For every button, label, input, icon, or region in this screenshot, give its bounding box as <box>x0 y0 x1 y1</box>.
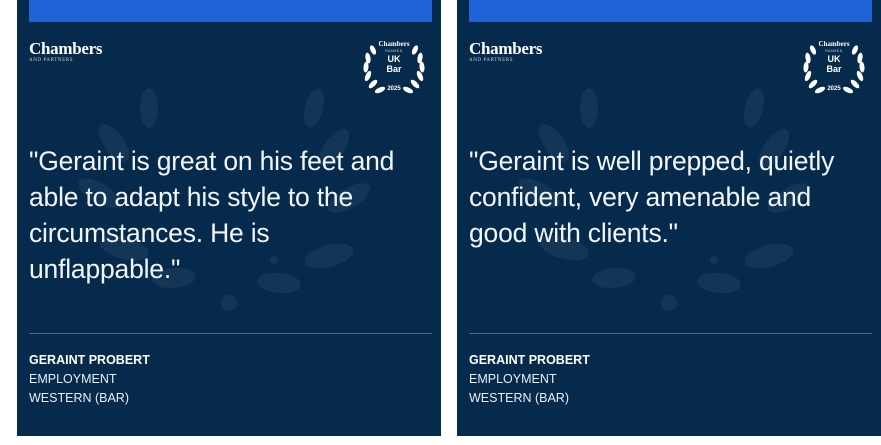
barrister-name: GERAINT PROBERT <box>29 353 150 367</box>
practice-area: EMPLOYMENT <box>29 372 117 386</box>
ranking-badge: Chambers RANKED UK Bar 2025 <box>361 38 427 98</box>
practice-area: EMPLOYMENT <box>469 372 557 386</box>
brand-name: Chambers <box>29 39 103 58</box>
testimonial-quote: "Geraint is great on his feet and able t… <box>29 146 395 284</box>
badge-guide: Bar <box>386 64 402 74</box>
badge-region: UK <box>387 54 401 64</box>
barrister-name: GERAINT PROBERT <box>469 353 590 367</box>
badge-ranked: RANKED <box>825 49 843 53</box>
badge-year: 2025 <box>827 86 841 92</box>
brand-name: Chambers <box>469 39 543 58</box>
badge-year: 2025 <box>387 86 401 92</box>
badge-guide: Bar <box>826 64 842 74</box>
testimonial-quote: "Geraint is well prepped, quietly confid… <box>469 146 835 248</box>
testimonial-card: Chambers AND PARTNERS Chambers RANKED UK… <box>17 0 441 436</box>
chambers-logo: Chambers AND PARTNERS <box>469 40 589 63</box>
attribution: GERAINT PROBERT EMPLOYMENT WESTERN (BAR) <box>29 351 150 408</box>
badge-ranked: RANKED <box>385 49 403 53</box>
divider <box>29 333 432 334</box>
attribution: GERAINT PROBERT EMPLOYMENT WESTERN (BAR) <box>469 351 590 408</box>
accent-bar <box>469 0 872 22</box>
divider <box>469 333 872 334</box>
chambers-logo: Chambers AND PARTNERS <box>29 40 149 63</box>
brand-subtitle: AND PARTNERS <box>469 58 514 63</box>
testimonial-gallery: Chambers AND PARTNERS Chambers RANKED UK… <box>0 0 881 445</box>
region: WESTERN (BAR) <box>469 391 569 405</box>
badge-brand: Chambers <box>378 40 410 48</box>
ranking-badge: Chambers RANKED UK Bar 2025 <box>801 38 867 98</box>
badge-region: UK <box>827 54 841 64</box>
accent-bar <box>29 0 432 22</box>
brand-subtitle: AND PARTNERS <box>29 58 74 63</box>
testimonial-card: Chambers AND PARTNERS Chambers RANKED UK… <box>457 0 881 436</box>
region: WESTERN (BAR) <box>29 391 129 405</box>
badge-brand: Chambers <box>818 40 850 48</box>
